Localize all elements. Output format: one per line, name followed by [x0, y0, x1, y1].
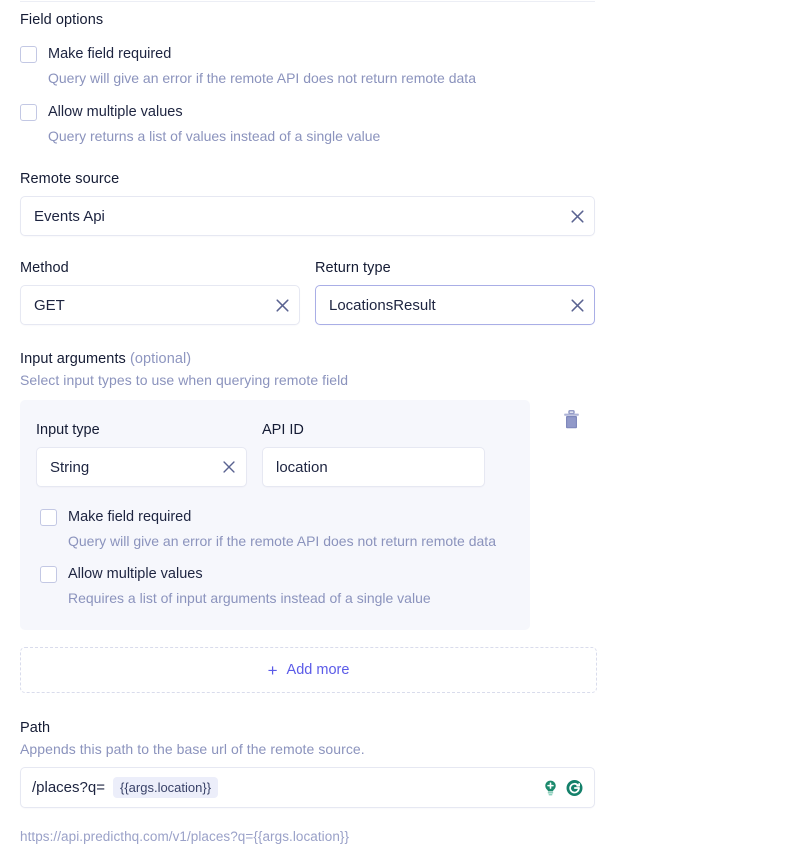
checkbox-row-arg-make-field-required[interactable]: Make field required Query will give an e…: [40, 508, 506, 551]
add-more-label: Add more: [287, 662, 350, 678]
path-action-icons: [540, 777, 585, 798]
remote-source-select[interactable]: Events Api: [20, 196, 595, 236]
checkbox-description-make-field-required: Query will give an error if the remote A…: [48, 69, 476, 88]
path-prefix-text: /places?q=: [32, 779, 105, 796]
checkbox-description-allow-multiple-values: Query returns a list of values instead o…: [48, 127, 380, 146]
field-options-heading: Field options: [20, 12, 780, 28]
input-type-column-label: Input type: [36, 422, 262, 438]
api-id-column-label: API ID: [262, 422, 304, 438]
api-id-value: location: [263, 459, 484, 476]
url-preview: https://api.predicthq.com/v1/places?q={{…: [20, 829, 780, 844]
checkbox-allow-multiple-values[interactable]: [20, 104, 37, 121]
checkbox-texts: Make field required Query will give an e…: [68, 508, 496, 551]
trash-icon[interactable]: [563, 410, 580, 434]
checkbox-label-arg-make-field-required: Make field required: [68, 508, 496, 527]
plus-icon: +: [268, 662, 278, 679]
remote-source-label: Remote source: [20, 171, 780, 187]
return-type-value: LocationsResult: [316, 297, 560, 314]
input-argument-row-panel: Input type API ID String location: [20, 400, 530, 630]
method-select[interactable]: GET: [20, 285, 300, 325]
return-type-group: Return type LocationsResult: [315, 260, 595, 325]
add-more-button[interactable]: + Add more: [20, 647, 597, 693]
refresh-circle-icon[interactable]: [564, 777, 585, 798]
lightbulb-plus-icon[interactable]: [540, 777, 561, 798]
api-id-input[interactable]: location: [262, 447, 485, 487]
method-label: Method: [20, 260, 300, 276]
remote-source-value: Events Api: [21, 208, 560, 225]
close-x-icon[interactable]: [265, 286, 299, 324]
settings-content: Field options Make field required Query …: [20, 0, 780, 844]
input-argument-fields-row: String location: [36, 447, 506, 487]
checkbox-label-arg-allow-multiple-values: Allow multiple values: [68, 565, 431, 584]
input-arguments-heading-line: Input arguments (optional): [20, 351, 780, 367]
path-token-chip[interactable]: {{args.location}}: [113, 777, 218, 798]
method-group: Method GET: [20, 260, 300, 325]
input-arguments-block: Input type API ID String location: [20, 400, 780, 630]
remote-field-settings-panel: Field options Make field required Query …: [0, 0, 800, 778]
input-argument-column-headers: Input type API ID: [36, 422, 506, 438]
checkbox-description-arg-allow-multiple-values: Requires a list of input arguments inste…: [68, 589, 431, 608]
return-type-label: Return type: [315, 260, 595, 276]
method-value: GET: [21, 297, 265, 314]
path-input[interactable]: /places?q= {{args.location}}: [20, 767, 595, 808]
checkbox-texts: Allow multiple values Requires a list of…: [68, 565, 431, 608]
path-description: Appends this path to the base url of the…: [20, 741, 780, 757]
input-arguments-heading: Input arguments: [20, 351, 126, 367]
input-arguments-optional-tag: (optional): [130, 351, 191, 367]
checkbox-row-make-field-required[interactable]: Make field required Query will give an e…: [20, 45, 780, 88]
close-x-icon[interactable]: [212, 448, 246, 486]
input-type-select[interactable]: String: [36, 447, 247, 487]
checkbox-label-make-field-required: Make field required: [48, 45, 476, 64]
return-type-select[interactable]: LocationsResult: [315, 285, 595, 325]
close-x-icon[interactable]: [560, 286, 594, 324]
checkbox-make-field-required[interactable]: [20, 46, 37, 63]
checkbox-label-allow-multiple-values: Allow multiple values: [48, 103, 380, 122]
input-arguments-description: Select input types to use when querying …: [20, 372, 780, 388]
checkbox-texts: Make field required Query will give an e…: [48, 45, 476, 88]
input-arguments-header: Input arguments (optional) Select input …: [20, 351, 780, 388]
input-type-value: String: [37, 459, 212, 476]
checkbox-row-allow-multiple-values[interactable]: Allow multiple values Query returns a li…: [20, 103, 780, 146]
checkbox-description-arg-make-field-required: Query will give an error if the remote A…: [68, 532, 496, 551]
checkbox-arg-allow-multiple-values[interactable]: [40, 566, 57, 583]
path-label: Path: [20, 720, 780, 736]
checkbox-arg-make-field-required[interactable]: [40, 509, 57, 526]
method-returntype-row: Method GET Return type LocationsResult: [20, 260, 780, 325]
close-x-icon[interactable]: [560, 197, 594, 235]
checkbox-row-arg-allow-multiple-values[interactable]: Allow multiple values Requires a list of…: [40, 565, 506, 608]
checkbox-texts: Allow multiple values Query returns a li…: [48, 103, 380, 146]
